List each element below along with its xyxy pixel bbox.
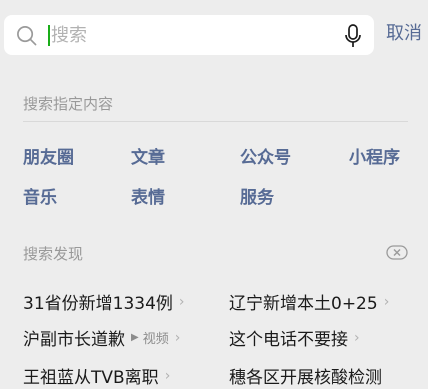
- video-tag: 视频: [142, 332, 169, 347]
- category-articles[interactable]: 文章: [131, 143, 165, 168]
- category-music[interactable]: 音乐: [23, 183, 57, 208]
- category-moments[interactable]: 朋友圈: [23, 143, 74, 168]
- chevron-right-icon: ›: [354, 329, 360, 346]
- specify-content-title: 搜索指定内容: [23, 95, 114, 113]
- search-bar[interactable]: [4, 15, 374, 55]
- chevron-right-icon: ›: [174, 329, 181, 346]
- discovery-item-text: 辽宁新增本土0+25: [229, 294, 378, 314]
- discovery-item[interactable]: 辽宁新增本土0+25 ›: [229, 289, 390, 315]
- clear-history-icon[interactable]: [386, 245, 408, 260]
- play-icon: ▶: [131, 332, 139, 343]
- category-services[interactable]: 服务: [240, 183, 274, 208]
- text-cursor: [48, 25, 50, 46]
- discovery-item[interactable]: 31省份新增1334例 ›: [23, 289, 185, 315]
- microphone-icon[interactable]: [344, 24, 362, 48]
- discovery-item[interactable]: 穗各区开展核酸检测: [229, 363, 382, 388]
- discovery-item-text: 王祖蓝从TVB离职: [23, 368, 159, 388]
- divider: [23, 121, 408, 122]
- category-official-accounts[interactable]: 公众号: [240, 143, 291, 168]
- search-icon: [17, 26, 37, 46]
- discovery-item-text: 沪副市长道歉: [23, 330, 125, 350]
- chevron-right-icon: ›: [383, 293, 390, 310]
- chevron-right-icon: ›: [178, 293, 185, 310]
- category-mini-programs[interactable]: 小程序: [349, 143, 400, 168]
- category-stickers[interactable]: 表情: [131, 183, 165, 208]
- search-page: 取消 搜索指定内容 朋友圈 文章 公众号 小程序 音乐 表情 服务 搜索发现 3…: [0, 0, 428, 389]
- discovery-item-text: 31省份新增1334例: [23, 294, 173, 314]
- cancel-button[interactable]: 取消: [386, 20, 422, 48]
- discovery-item[interactable]: 沪副市长道歉 ▶ 视频 ›: [23, 325, 181, 351]
- chevron-right-icon: ›: [164, 367, 171, 384]
- discovery-item-text: 这个电话不要接: [229, 330, 348, 350]
- discovery-item[interactable]: 这个电话不要接 ›: [229, 325, 360, 351]
- discovery-title: 搜索发现: [23, 245, 84, 263]
- search-input[interactable]: [51, 22, 331, 48]
- discovery-item[interactable]: 王祖蓝从TVB离职 ›: [23, 363, 171, 389]
- discovery-item-text: 穗各区开展核酸检测: [229, 368, 382, 388]
